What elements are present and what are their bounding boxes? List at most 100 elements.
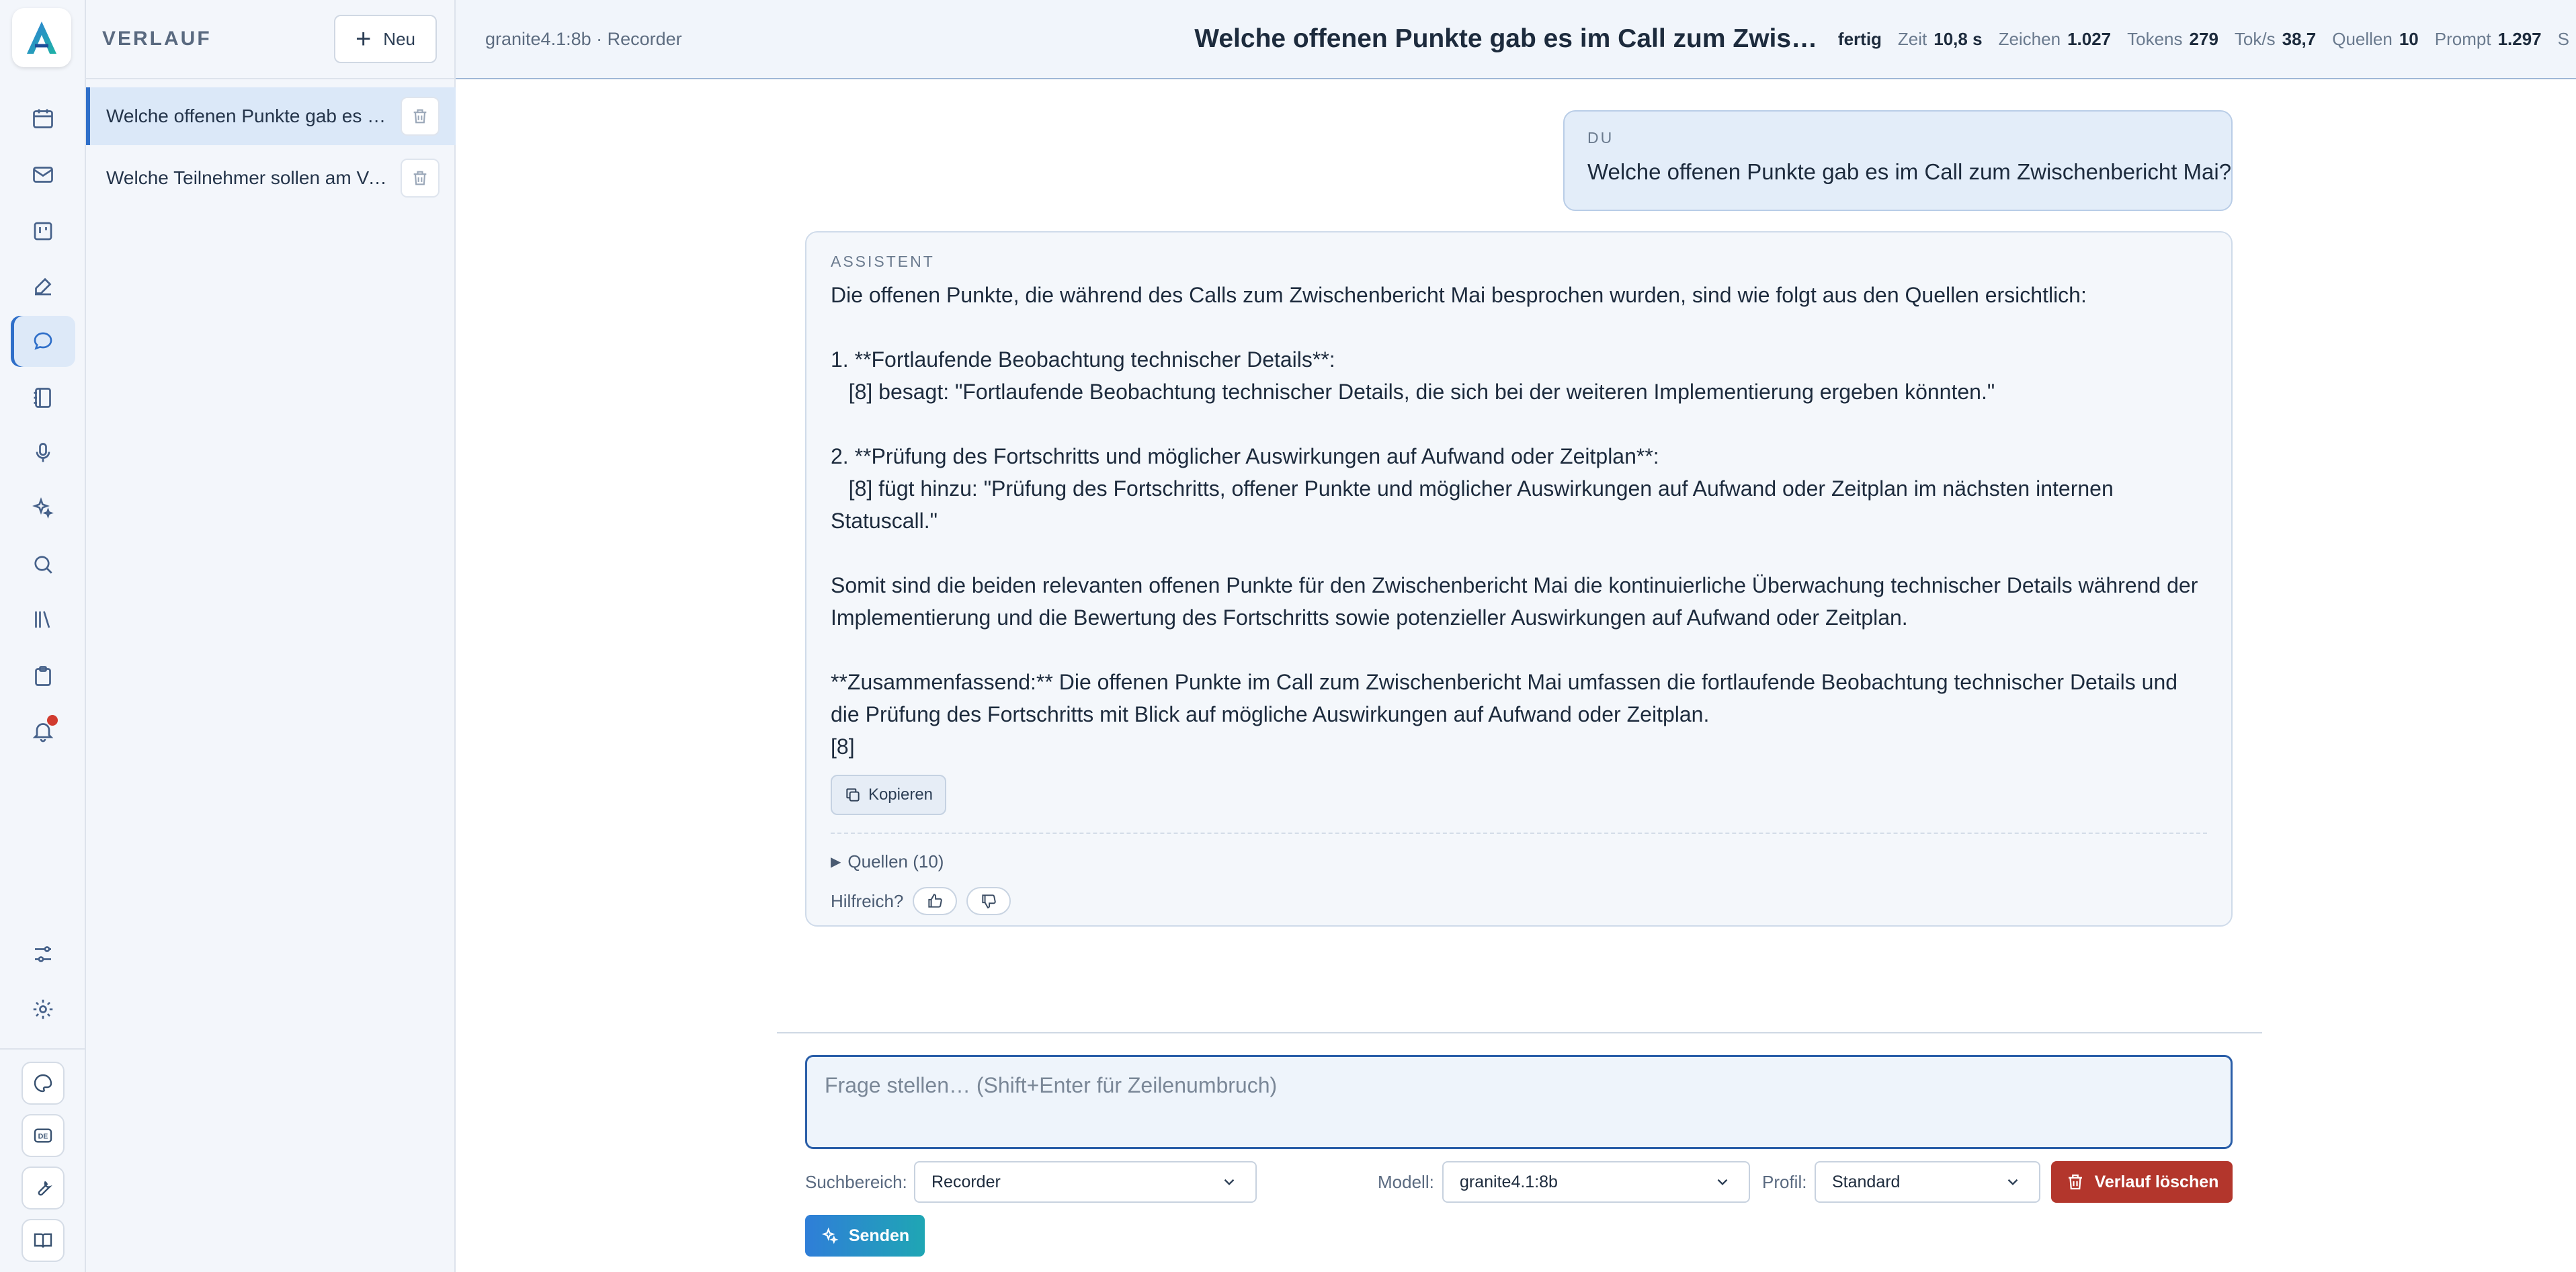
kanban-icon bbox=[34, 222, 52, 241]
rail-tools-button[interactable] bbox=[22, 1167, 65, 1210]
notification-dot bbox=[47, 715, 58, 726]
card-divider bbox=[831, 833, 2207, 834]
triangle-right-icon: ▶ bbox=[831, 855, 841, 870]
icon-rail: DE bbox=[0, 0, 86, 1272]
history-item[interactable]: Welche Teilnehmer sollen am Vorbereitung… bbox=[86, 149, 456, 207]
rail-edit[interactable] bbox=[11, 261, 75, 312]
thumbs-up-button[interactable] bbox=[913, 887, 958, 915]
rail-divider bbox=[0, 1048, 86, 1050]
chevron-down-icon bbox=[1717, 1179, 1728, 1185]
copy-icon bbox=[846, 788, 860, 802]
book-icon bbox=[34, 1233, 52, 1248]
microphone-icon bbox=[36, 443, 50, 462]
notebook-icon bbox=[34, 388, 51, 408]
send-label: Senden bbox=[848, 1226, 910, 1245]
chat-icon bbox=[34, 332, 52, 350]
sources-label: Quellen (10) bbox=[847, 851, 944, 872]
rail-calendar[interactable] bbox=[11, 93, 75, 144]
stat-item: Zeit 10,8 s bbox=[1897, 28, 1983, 49]
model-select[interactable]: granite4.1:8b bbox=[1442, 1161, 1750, 1203]
send-button[interactable]: Senden bbox=[805, 1215, 925, 1257]
scope-label: Suchbereich: bbox=[805, 1172, 907, 1192]
trash-icon bbox=[413, 109, 427, 124]
clear-history-label: Verlauf löschen bbox=[2094, 1172, 2219, 1191]
profile-select-value: Standard bbox=[1832, 1172, 1901, 1191]
language-badge: DE bbox=[38, 1133, 48, 1141]
stat-item: Quellen 10 bbox=[2332, 28, 2419, 49]
assistant-message-text: Die offenen Punkte, die während des Call… bbox=[831, 283, 2198, 759]
plus-icon: + bbox=[355, 24, 372, 54]
sparkles-icon bbox=[32, 497, 54, 519]
trash-icon bbox=[2068, 1174, 2082, 1190]
clear-history-button[interactable]: Verlauf löschen bbox=[2051, 1161, 2233, 1203]
stat-item: Tok/s 38,7 bbox=[2234, 28, 2317, 49]
trash-icon bbox=[413, 171, 427, 185]
clipboard-icon bbox=[35, 666, 51, 686]
history-item[interactable]: Welche offenen Punkte gab es im Call zum… bbox=[86, 87, 456, 145]
mail-icon bbox=[33, 167, 53, 183]
sparkles-icon bbox=[821, 1227, 839, 1244]
prompt-input[interactable] bbox=[805, 1055, 2233, 1149]
copy-button[interactable]: Kopieren bbox=[831, 775, 946, 815]
rail-notebook[interactable] bbox=[11, 372, 75, 423]
rail-tasks[interactable] bbox=[11, 650, 75, 702]
wrench-icon bbox=[38, 1181, 52, 1196]
chat-topbar: granite4.1:8b · Recorder Welche offenen … bbox=[456, 0, 2576, 79]
search-icon bbox=[34, 556, 52, 574]
assistant-message: ASSISTENT Die offenen Punkte, die währen… bbox=[805, 231, 2233, 927]
composer-divider bbox=[777, 1032, 2262, 1033]
new-chat-button[interactable]: + Neu bbox=[333, 15, 437, 63]
stat-item: Tokens 279 bbox=[2127, 28, 2218, 49]
copy-button-label: Kopieren bbox=[868, 786, 933, 804]
edit-icon bbox=[35, 278, 52, 296]
library-icon bbox=[35, 611, 50, 628]
rail-language-button[interactable]: DE bbox=[22, 1114, 65, 1157]
rail-settings[interactable] bbox=[11, 984, 75, 1035]
gear-icon bbox=[33, 999, 53, 1019]
new-chat-label: Neu bbox=[383, 28, 415, 49]
user-message-text: Welche offenen Punkte gab es im Call zum… bbox=[1587, 159, 2232, 184]
rail-mail[interactable] bbox=[11, 149, 75, 200]
sliders-icon bbox=[35, 946, 51, 962]
thumbs-down-icon bbox=[982, 894, 997, 908]
app-logo-icon bbox=[27, 22, 56, 54]
rail-chat[interactable] bbox=[11, 316, 75, 367]
scope-select-value: Recorder bbox=[931, 1172, 1001, 1191]
sources-toggle[interactable]: ▶ Quellen (10) bbox=[831, 851, 2207, 872]
rail-kanban[interactable] bbox=[11, 206, 75, 257]
assistant-role-label: ASSISTENT bbox=[831, 253, 935, 270]
calendar-icon bbox=[33, 109, 53, 128]
scope-select[interactable]: Recorder bbox=[914, 1161, 1257, 1203]
history-sidebar: VERLAUF + Neu Welche offenen Punkte gab … bbox=[86, 0, 456, 1272]
rail-docs-button[interactable] bbox=[22, 1219, 65, 1262]
rail-recorder[interactable] bbox=[11, 427, 75, 478]
rail-theme-button[interactable] bbox=[22, 1062, 65, 1105]
rail-ai[interactable] bbox=[11, 482, 75, 534]
response-stats: fertig Zeit 10,8 s Zeichen 1.027 Tokens 279… bbox=[1838, 29, 2576, 50]
model-select-value: granite4.1:8b bbox=[1460, 1172, 1558, 1191]
history-item-label: Welche Teilnehmer sollen am Vorbereitung… bbox=[106, 167, 390, 188]
rail-notifications[interactable] bbox=[11, 706, 75, 757]
history-title: VERLAUF bbox=[102, 28, 212, 50]
stat-item: Prompt 1.297 bbox=[2434, 28, 2542, 49]
feedback-row: Hilfreich? bbox=[831, 887, 2207, 915]
app-logo[interactable] bbox=[12, 8, 71, 67]
delete-history-item-button[interactable] bbox=[401, 97, 440, 136]
stat-item: S bbox=[2557, 28, 2569, 49]
model-label: Modell: bbox=[1378, 1172, 1434, 1192]
chevron-down-icon bbox=[2007, 1179, 2018, 1185]
status-badge: fertig bbox=[1837, 28, 1882, 49]
thumbs-down-button[interactable] bbox=[966, 887, 1011, 915]
chevron-down-icon bbox=[1224, 1179, 1235, 1185]
stat-item: Zeichen 1.027 bbox=[1998, 28, 2112, 49]
rail-adjustments[interactable] bbox=[11, 929, 75, 980]
chat-title: Welche offenen Punkte gab es im Call zum… bbox=[1194, 24, 1821, 53]
profile-select[interactable]: Standard bbox=[1815, 1161, 2040, 1203]
delete-history-item-button[interactable] bbox=[401, 159, 440, 198]
rail-library[interactable] bbox=[11, 594, 75, 645]
profile-label: Profil: bbox=[1762, 1172, 1807, 1192]
user-role-label: DU bbox=[1587, 129, 1614, 146]
rail-search[interactable] bbox=[11, 539, 75, 590]
palette-icon bbox=[34, 1074, 52, 1093]
history-item-label: Welche offenen Punkte gab es im Call zum… bbox=[106, 105, 390, 126]
